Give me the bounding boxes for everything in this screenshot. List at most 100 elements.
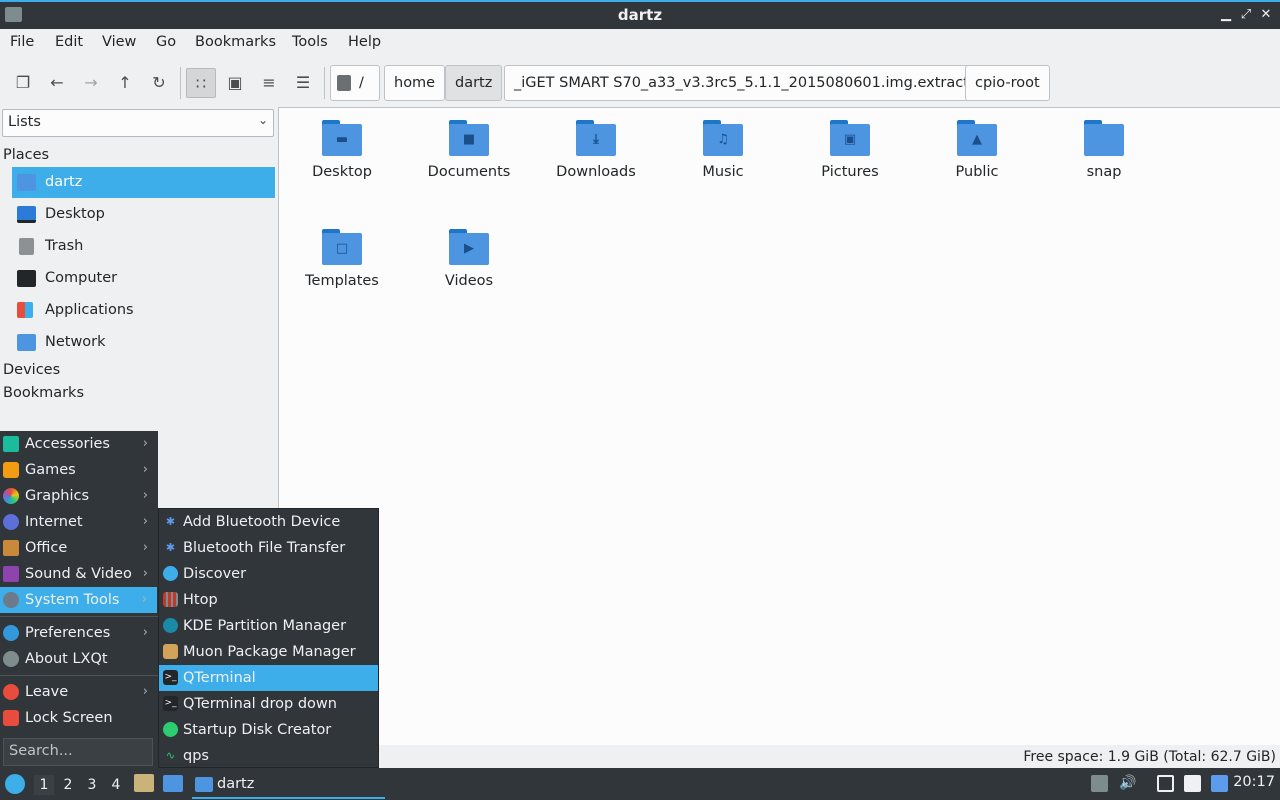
taskbar: 1 2 3 4 dartz 🔊 20:17 <box>0 768 1280 800</box>
breadcrumb-home[interactable]: home <box>384 65 446 101</box>
folder-desktop[interactable]: ▬ Desktop <box>287 118 397 180</box>
folder-videos[interactable]: ▶ Videos <box>414 227 524 289</box>
menu-leave[interactable]: Leave › <box>0 679 158 705</box>
place-dartz[interactable]: dartz <box>12 167 275 198</box>
power-icon <box>3 684 19 700</box>
folder-music[interactable]: ♫ Music <box>668 118 778 180</box>
menu-go[interactable]: Go <box>156 34 176 50</box>
desktop-switch-1[interactable]: 1 <box>34 775 54 795</box>
place-network[interactable]: Network <box>12 327 275 358</box>
detailed-view-icon[interactable]: ☰ <box>288 68 318 98</box>
menu-search-input[interactable]: Search... <box>3 738 153 766</box>
app-muon-package-manager[interactable]: Muon Package Manager <box>159 639 378 665</box>
breadcrumb-root[interactable]: / <box>330 65 380 101</box>
chevron-right-icon: › <box>142 436 148 451</box>
close-icon[interactable]: ✕ <box>1257 6 1275 24</box>
volume-icon[interactable]: 🔊 <box>1119 775 1136 792</box>
menu-games[interactable]: Games › <box>0 457 158 483</box>
app-startup-disk-creator[interactable]: Startup Disk Creator <box>159 717 378 743</box>
menu-internet[interactable]: Internet › <box>0 509 158 535</box>
forward-icon[interactable]: → <box>76 68 106 98</box>
new-tab-icon[interactable]: ❐ <box>8 68 38 98</box>
folder-snap[interactable]: snap <box>1049 118 1159 180</box>
htop-icon <box>163 592 178 607</box>
folder-pictures[interactable]: ▣ Pictures <box>795 118 905 180</box>
menubar: File Edit View Go Bookmarks Tools Help <box>0 29 1280 57</box>
menu-accessories[interactable]: Accessories › <box>0 431 158 457</box>
internet-icon <box>3 514 19 530</box>
devices-heading[interactable]: Devices <box>3 362 60 378</box>
menu-view[interactable]: View <box>102 34 136 50</box>
app-bluetooth-file-transfer[interactable]: ✱ Bluetooth File Transfer <box>159 535 378 561</box>
package-manager-icon <box>163 644 178 659</box>
folder-templates[interactable]: □ Templates <box>287 227 397 289</box>
app-add-bluetooth-device[interactable]: ✱ Add Bluetooth Device <box>159 509 378 535</box>
menu-sound-video[interactable]: Sound & Video › <box>0 561 158 587</box>
menu-about-lxqt[interactable]: About LXQt <box>0 646 158 672</box>
task-dartz[interactable]: dartz <box>192 770 385 799</box>
icon-view-icon[interactable]: ∷ <box>186 68 216 98</box>
window-title: dartz <box>617 6 663 24</box>
show-desktop-icon[interactable] <box>163 775 183 792</box>
app-qterminal[interactable]: >_ QTerminal <box>159 665 378 691</box>
place-desktop[interactable]: Desktop <box>12 199 275 230</box>
folder-public[interactable]: ▲ Public <box>922 118 1032 180</box>
clock[interactable]: 20:17 <box>1233 774 1275 790</box>
lxqt-main-menu-icon[interactable] <box>5 774 25 794</box>
places-heading[interactable]: Places <box>3 147 49 163</box>
place-trash[interactable]: Trash <box>12 231 275 262</box>
menu-tools[interactable]: Tools <box>292 34 328 50</box>
bluetooth-icon: ✱ <box>165 541 176 554</box>
documents-folder-icon: ■ <box>449 118 489 156</box>
desktop-switch-4[interactable]: 4 <box>106 775 126 795</box>
games-icon <box>3 462 19 478</box>
toolbar-separator <box>180 67 181 99</box>
menu-edit[interactable]: Edit <box>55 34 83 50</box>
reload-icon[interactable]: ↻ <box>144 68 174 98</box>
menu-graphics[interactable]: Graphics › <box>0 483 158 509</box>
clipboard-icon[interactable] <box>1184 775 1201 792</box>
terminal-icon: >_ <box>163 670 178 685</box>
desktop-switch-3[interactable]: 3 <box>82 775 102 795</box>
notification-icon[interactable] <box>1211 775 1228 792</box>
breadcrumb-cpio-root[interactable]: cpio-root <box>965 65 1050 101</box>
maximize-icon[interactable]: ⤢ <box>1237 6 1255 24</box>
file-manager-launcher-icon[interactable] <box>134 774 154 792</box>
app-discover[interactable]: Discover <box>159 561 378 587</box>
partition-manager-icon <box>163 618 178 633</box>
menu-office[interactable]: Office › <box>0 535 158 561</box>
tray-drive-icon[interactable] <box>1091 775 1108 792</box>
menu-help[interactable]: Help <box>348 34 381 50</box>
menu-file[interactable]: File <box>10 34 34 50</box>
breadcrumb-dartz[interactable]: dartz <box>445 65 503 101</box>
folder-downloads[interactable]: ⤓ Downloads <box>541 118 651 180</box>
network-monitor-icon[interactable] <box>1157 775 1174 792</box>
menu-separator <box>0 675 158 676</box>
menu-lock-screen[interactable]: Lock Screen <box>0 705 158 731</box>
file-view[interactable]: ▬ Desktop ■ Documents ⤓ Downloads ♫ Musi… <box>278 107 1280 745</box>
compact-view-icon[interactable]: ≡ <box>254 68 284 98</box>
breadcrumb-extracted[interactable]: _iGET SMART S70_a33_v3.3rc5_5.1.1_201508… <box>504 65 998 101</box>
terminal-icon: >_ <box>163 696 178 711</box>
bookmarks-heading[interactable]: Bookmarks <box>3 385 84 401</box>
place-applications[interactable]: Applications <box>12 295 275 326</box>
menu-preferences[interactable]: Preferences › <box>0 620 158 646</box>
side-panel-mode-select[interactable]: Lists ⌄ <box>2 109 274 137</box>
place-computer[interactable]: Computer <box>12 263 275 294</box>
minimize-icon[interactable]: ▁ <box>1217 6 1235 24</box>
thumbnail-view-icon[interactable]: ▣ <box>220 68 250 98</box>
window-titlebar: dartz ▁ ⤢ ✕ <box>0 0 1280 29</box>
free-space-label: Free space: 1.9 GiB (Total: 62.7 GiB) <box>1023 749 1276 765</box>
graphics-icon <box>3 488 19 504</box>
app-qterminal-drop-down[interactable]: >_ QTerminal drop down <box>159 691 378 717</box>
app-htop[interactable]: Htop <box>159 587 378 613</box>
up-icon[interactable]: ↑ <box>110 68 140 98</box>
menu-system-tools[interactable]: System Tools › <box>0 587 157 613</box>
app-qps[interactable]: ∿ qps <box>159 743 378 769</box>
menu-separator <box>0 616 158 617</box>
folder-documents[interactable]: ■ Documents <box>414 118 524 180</box>
menu-bookmarks[interactable]: Bookmarks <box>195 34 276 50</box>
desktop-switch-2[interactable]: 2 <box>58 775 78 795</box>
back-icon[interactable]: ← <box>42 68 72 98</box>
app-kde-partition-manager[interactable]: KDE Partition Manager <box>159 613 378 639</box>
